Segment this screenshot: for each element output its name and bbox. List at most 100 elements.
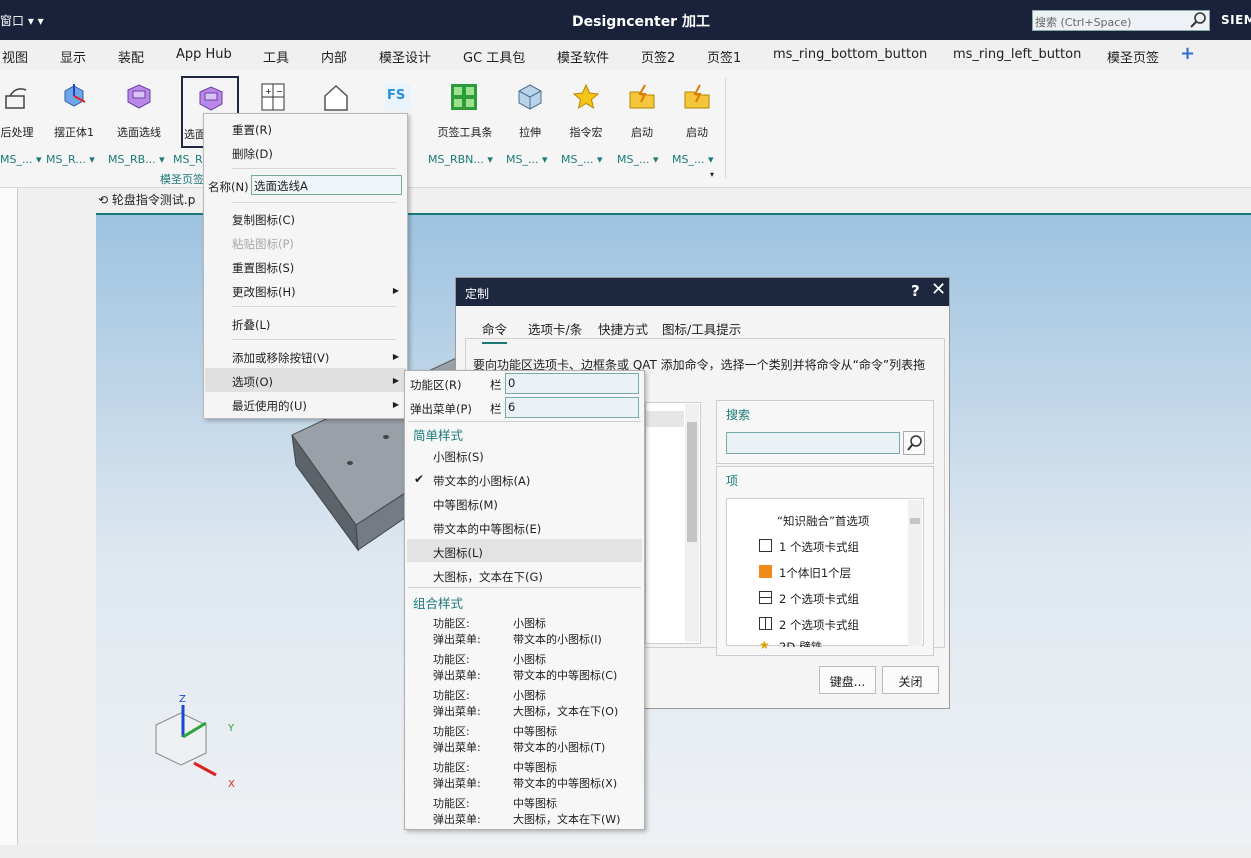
add-tab-icon[interactable]: + — [1180, 43, 1195, 64]
dialog-tab-commands[interactable]: 命令 — [482, 319, 508, 344]
combo-popup-val[interactable]: 带文本的中等图标(C) — [513, 667, 617, 683]
name-input[interactable]: 选面选线A — [251, 175, 402, 195]
ribbon-group-dropdown[interactable]: MS_... ▾ — [617, 153, 659, 166]
style-medium-icon[interactable]: 中等图标(M) — [433, 497, 498, 513]
tab-app-hub[interactable]: App Hub — [176, 47, 232, 62]
dialog-title-bar[interactable]: 定制 ? ✕ — [456, 278, 949, 306]
tab-assembly[interactable]: 装配 — [118, 47, 144, 66]
search-icon[interactable] — [1188, 11, 1208, 30]
combo-popup-key[interactable]: 弹出菜单: — [433, 631, 481, 647]
combo-ribbon-key[interactable]: 功能区: — [433, 615, 470, 631]
close-button[interactable]: 关闭 — [882, 666, 939, 694]
ribbon-btn-extrude[interactable]: 拉伸 — [503, 76, 557, 146]
menu-item-add-remove[interactable]: 添加或移除按钮(V) — [232, 350, 329, 366]
combo-popup-key[interactable]: 弹出菜单: — [433, 739, 481, 755]
ribbon-btn-postprocess[interactable]: 后处理 — [0, 76, 44, 146]
ribbon-btn-macro[interactable]: 指令宏 — [559, 76, 613, 146]
combo-ribbon-key[interactable]: 功能区: — [433, 651, 470, 667]
keyboard-button[interactable]: 键盘... — [819, 666, 876, 694]
dialog-tab-tabs-bars[interactable]: 选项卡/条 — [528, 319, 582, 338]
style-medium-icon-text[interactable]: 带文本的中等图标(E) — [433, 521, 541, 537]
style-small-icon-text[interactable]: 带文本的小图标(A) — [433, 473, 530, 489]
dialog-tab-icons-tooltips[interactable]: 图标/工具提示 — [662, 319, 741, 338]
menu-item-reset-icon[interactable]: 重置图标(S) — [232, 260, 294, 276]
list-item[interactable]: 2 个选项卡式组 — [779, 617, 859, 633]
menu-item-collapse[interactable]: 折叠(L) — [232, 317, 270, 333]
window-menu[interactable]: 窗口 ▾ ▾ — [0, 12, 44, 29]
search-input[interactable] — [726, 432, 900, 454]
menu-item-options[interactable]: 选项(O) — [232, 374, 273, 390]
dialog-tab-shortcuts[interactable]: 快捷方式 — [598, 319, 648, 338]
combo-ribbon-key[interactable]: 功能区: — [433, 795, 470, 811]
combo-popup-key[interactable]: 弹出菜单: — [433, 811, 481, 827]
tab-page2[interactable]: 页签2 — [641, 47, 675, 66]
app-title[interactable]: Designcenter 加工 — [572, 11, 710, 31]
ribbon-columns-input[interactable]: 0 — [505, 373, 639, 394]
tab-gc-toolkit[interactable]: GC 工具包 — [463, 47, 525, 66]
combo-ribbon-key[interactable]: 功能区: — [433, 687, 470, 703]
tab-mold-design[interactable]: 模圣设计 — [379, 47, 431, 66]
popup-columns-input[interactable]: 6 — [505, 397, 639, 418]
ribbon-btn-launch-1[interactable]: 启动 — [615, 76, 669, 146]
combo-ribbon-val[interactable]: 中等图标 — [513, 759, 557, 775]
combo-popup-key[interactable]: 弹出菜单: — [433, 775, 481, 791]
menu-item-recent[interactable]: 最近使用的(U) — [232, 398, 307, 414]
chevron-down-icon[interactable]: ▾ — [710, 170, 714, 179]
style-large-icon-text-below[interactable]: 大图标，文本在下(G) — [433, 569, 543, 585]
ribbon-group-dropdown[interactable]: MS_... ▾ — [672, 153, 714, 166]
combo-ribbon-val[interactable]: 小图标 — [513, 651, 546, 667]
menu-item-delete[interactable]: 删除(D) — [232, 146, 273, 162]
combo-ribbon-val[interactable]: 中等图标 — [513, 723, 557, 739]
list-item[interactable]: 2 个选项卡式组 — [779, 591, 859, 607]
ribbon-btn-align-body[interactable]: 摆正体1 — [47, 76, 101, 146]
tab-page1[interactable]: 页签1 — [707, 47, 741, 66]
command-search-input[interactable]: 搜索 (Ctrl+Space) — [1032, 10, 1210, 31]
ribbon-btn-launch-2[interactable]: 启动 — [670, 76, 724, 146]
ribbon-group-dropdown[interactable]: MS_... ▾ — [561, 153, 603, 166]
combo-popup-val[interactable]: 带文本的小图标(I) — [513, 631, 602, 647]
commands-scrollbar[interactable] — [685, 404, 699, 642]
combo-popup-val[interactable]: 带文本的小图标(T) — [513, 739, 605, 755]
ribbon-group-dropdown[interactable]: MS_R... ▾ — [46, 153, 95, 166]
menu-item-copy-icon[interactable]: 复制图标(C) — [232, 212, 295, 228]
combo-ribbon-val[interactable]: 小图标 — [513, 687, 546, 703]
list-item[interactable]: 1 个选项卡式组 — [779, 539, 859, 555]
combo-ribbon-val[interactable]: 中等图标 — [513, 795, 557, 811]
combo-ribbon-key[interactable]: 功能区: — [433, 759, 470, 775]
search-button[interactable] — [903, 431, 925, 455]
list-item[interactable]: 2D-壁铁 — [779, 639, 822, 647]
list-item[interactable]: 1个体旧1个层 — [779, 565, 851, 581]
combo-popup-key[interactable]: 弹出菜单: — [433, 667, 481, 683]
menu-item-reset[interactable]: 重置(R) — [232, 122, 272, 138]
items-scrollbar[interactable] — [908, 500, 922, 646]
tab-tools[interactable]: 工具 — [263, 47, 289, 66]
combo-popup-val[interactable]: 大图标，文本在下(W) — [513, 811, 620, 827]
close-icon[interactable]: ✕ — [931, 279, 946, 300]
tab-mold-software[interactable]: 模圣软件 — [557, 47, 609, 66]
document-tab[interactable]: ⟲ 轮盘指令测试.p — [98, 191, 195, 208]
ribbon-btn-label: 启动 — [631, 126, 653, 139]
ribbon-btn-tab-toolbar[interactable]: 页签工具条 — [437, 76, 493, 146]
combo-popup-val[interactable]: 带文本的中等图标(X) — [513, 775, 617, 791]
ribbon-group-dropdown[interactable]: MS_... ▾ — [0, 153, 42, 166]
items-list[interactable]: “知识融合”首选项 1 个选项卡式组 1个体旧1个层 2 个选项卡式组 2 个选… — [726, 498, 924, 652]
style-small-icon[interactable]: 小图标(S) — [433, 449, 484, 465]
combo-popup-key[interactable]: 弹出菜单: — [433, 703, 481, 719]
tab-display[interactable]: 显示 — [60, 47, 86, 66]
combo-popup-val[interactable]: 大图标，文本在下(O) — [513, 703, 618, 719]
help-icon[interactable]: ? — [911, 282, 920, 300]
tab-internal[interactable]: 内部 — [321, 47, 347, 66]
style-large-icon[interactable]: 大图标(L) — [433, 545, 483, 561]
combo-ribbon-key[interactable]: 功能区: — [433, 723, 470, 739]
list-item[interactable]: “知识融合”首选项 — [777, 513, 869, 529]
ribbon-group-dropdown[interactable]: MS_RBN... ▾ — [428, 153, 493, 166]
commands-list[interactable] — [645, 402, 701, 644]
tab-ring-bottom[interactable]: ms_ring_bottom_button — [773, 47, 927, 62]
combo-ribbon-val[interactable]: 小图标 — [513, 615, 546, 631]
ribbon-btn-select-face-line[interactable]: 选面选线 — [112, 76, 166, 146]
ribbon-group-dropdown[interactable]: MS_RB... ▾ — [108, 153, 165, 166]
ribbon-group-dropdown[interactable]: MS_... ▾ — [506, 153, 548, 166]
menu-item-change-icon[interactable]: 更改图标(H) — [232, 284, 296, 300]
tab-view[interactable]: 视图 — [2, 47, 28, 66]
tab-ring-left[interactable]: ms_ring_left_button — [953, 47, 1081, 62]
